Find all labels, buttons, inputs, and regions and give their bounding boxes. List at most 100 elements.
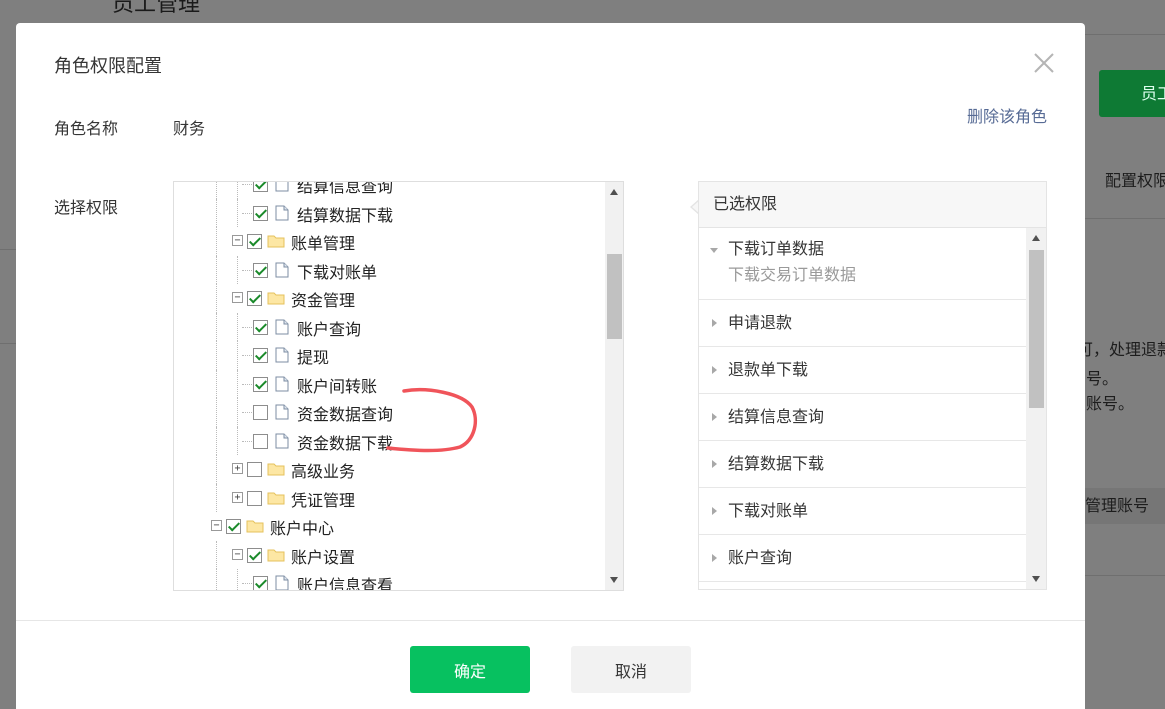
document-icon <box>275 376 289 391</box>
collapse-icon[interactable]: − <box>211 520 222 531</box>
selected-permission-item[interactable]: 下载订单数据 下载交易订单数据 <box>699 228 1026 300</box>
scroll-up-icon[interactable] <box>610 189 618 195</box>
tree-guide-line <box>237 569 238 590</box>
tree-node-checkbox[interactable] <box>253 348 268 363</box>
tree-node[interactable]: 资金数据查询 <box>174 398 604 427</box>
tree-node[interactable]: + 凭证管理 <box>174 483 604 512</box>
tree-node[interactable]: − 账单管理 <box>174 227 604 256</box>
tree-node-label: 账户中心 <box>270 519 335 538</box>
footer-divider <box>16 620 1085 621</box>
tree-node[interactable]: 结算信息查询 <box>174 182 604 199</box>
tree-guide-line <box>237 369 238 398</box>
dialog-title: 角色权限配置 <box>54 56 162 77</box>
tree-node-label: 账单管理 <box>291 234 356 253</box>
tree-node[interactable]: 账户信息查看 <box>174 569 604 591</box>
scroll-down-icon[interactable] <box>610 577 618 583</box>
tree-node[interactable]: 下载对账单 <box>174 255 604 284</box>
tree-node[interactable]: + 高级业务 <box>174 455 604 484</box>
selected-permission-name: 申请退款 <box>728 313 793 332</box>
tree-node-checkbox[interactable] <box>253 376 268 392</box>
tree-guide-line <box>237 398 238 427</box>
tree-guide-line <box>216 198 217 227</box>
tree-node-checkbox[interactable] <box>226 519 241 534</box>
tree-node-checkbox[interactable] <box>247 547 262 563</box>
tree-guide-line <box>216 341 217 370</box>
document-icon <box>275 205 289 220</box>
tree-node-checkbox[interactable] <box>247 462 262 477</box>
tree-guide-line <box>237 255 238 284</box>
selected-permission-item[interactable]: 申请退款 <box>699 300 1026 347</box>
tree-node[interactable]: 账户间转账 <box>174 369 604 398</box>
tree-guide-line <box>216 569 217 590</box>
background-divider <box>0 249 16 250</box>
background-notice-text: 账号。 <box>1086 394 1135 413</box>
collapse-icon[interactable]: − <box>232 235 243 246</box>
tree-node-label: 账户设置 <box>291 547 356 567</box>
caret-right-icon[interactable] <box>712 366 717 374</box>
tree-scrollbar[interactable] <box>605 182 623 590</box>
tree-node-checkbox[interactable] <box>253 205 268 221</box>
selected-permission-name: 下载对账单 <box>728 501 809 520</box>
tree-guide-line <box>237 198 238 227</box>
caret-down-icon[interactable] <box>710 248 718 253</box>
tree-node[interactable]: 结算数据下载 <box>174 198 604 227</box>
tree-node-checkbox[interactable] <box>253 262 268 278</box>
tree-node-checkbox[interactable] <box>247 291 262 306</box>
selected-scroll-thumb[interactable] <box>1029 250 1044 408</box>
collapse-icon[interactable]: − <box>232 548 243 560</box>
background-table-cell: 管理账号 <box>1085 488 1165 524</box>
caret-right-icon[interactable] <box>712 507 717 515</box>
tree-node-label: 账户信息查看 <box>297 576 394 591</box>
tree-node-checkbox[interactable] <box>253 405 268 420</box>
expand-icon[interactable]: + <box>232 491 243 503</box>
tree-node-checkbox[interactable] <box>253 433 268 449</box>
selected-permission-item[interactable]: 账户查询 <box>699 535 1026 582</box>
folder-icon <box>267 463 285 476</box>
tree-guide-line <box>237 182 238 199</box>
tree-node-checkbox[interactable] <box>253 319 268 335</box>
scroll-up-icon[interactable] <box>1032 235 1040 241</box>
close-button[interactable] <box>1032 51 1056 75</box>
tree-guide-line <box>237 341 238 370</box>
expand-icon[interactable]: + <box>232 463 243 474</box>
role-name-label: 角色名称 <box>54 119 119 138</box>
background-divider <box>1085 218 1165 219</box>
select-permission-label: 选择权限 <box>54 198 119 217</box>
tree-guide-line <box>237 312 238 341</box>
selected-permission-item[interactable]: 结算数据下载 <box>699 441 1026 488</box>
background-divider <box>0 343 16 344</box>
tree-node[interactable]: 提现 <box>174 341 604 370</box>
tree-node[interactable]: − 资金管理 <box>174 284 604 313</box>
background-tab-configure[interactable]: 配置权限 <box>1105 167 1165 191</box>
tree-node[interactable]: 资金数据下载 <box>174 426 604 455</box>
caret-right-icon[interactable] <box>712 319 717 327</box>
tree-guide-line <box>216 483 217 512</box>
caret-right-icon[interactable] <box>712 554 717 562</box>
caret-right-icon[interactable] <box>712 460 717 468</box>
tree-guide-line <box>216 369 217 398</box>
selected-permission-item[interactable]: 退款单下载 <box>699 347 1026 394</box>
tree-node[interactable]: 账户查询 <box>174 312 604 341</box>
tree-node-checkbox[interactable] <box>253 576 268 590</box>
tree-node-label: 凭证管理 <box>291 490 356 510</box>
selected-permission-item[interactable]: 下载对账单 <box>699 488 1026 535</box>
scroll-down-icon[interactable] <box>1032 576 1040 582</box>
tree-node[interactable]: − 账户设置 <box>174 540 604 569</box>
tree-node-checkbox[interactable] <box>253 182 268 192</box>
document-icon <box>275 319 289 334</box>
cancel-button[interactable]: 取消 <box>571 646 691 693</box>
tree-node-checkbox[interactable] <box>247 490 262 506</box>
tree-node-checkbox[interactable] <box>247 234 262 249</box>
tree-node[interactable]: − 账户中心 <box>174 512 604 541</box>
collapse-icon[interactable]: − <box>232 292 243 303</box>
selected-scrollbar[interactable] <box>1026 228 1046 589</box>
background-employee-button[interactable]: 员工 <box>1099 70 1165 117</box>
selected-permission-name: 结算信息查询 <box>728 407 825 426</box>
delete-role-link[interactable]: 删除该角色 <box>967 103 1047 127</box>
tree-scroll-thumb[interactable] <box>607 254 622 339</box>
selected-permission-name: 结算数据下载 <box>728 454 825 473</box>
caret-right-icon[interactable] <box>712 413 717 421</box>
selected-permission-item[interactable]: 结算信息查询 <box>699 394 1026 441</box>
confirm-button[interactable]: 确定 <box>410 646 530 693</box>
permission-tree[interactable]: 结算信息查询 结算数据下载 − 账单管理 下载对账单 − 资金管理 账户查询 提现 账户间转账 资金… <box>173 181 624 591</box>
